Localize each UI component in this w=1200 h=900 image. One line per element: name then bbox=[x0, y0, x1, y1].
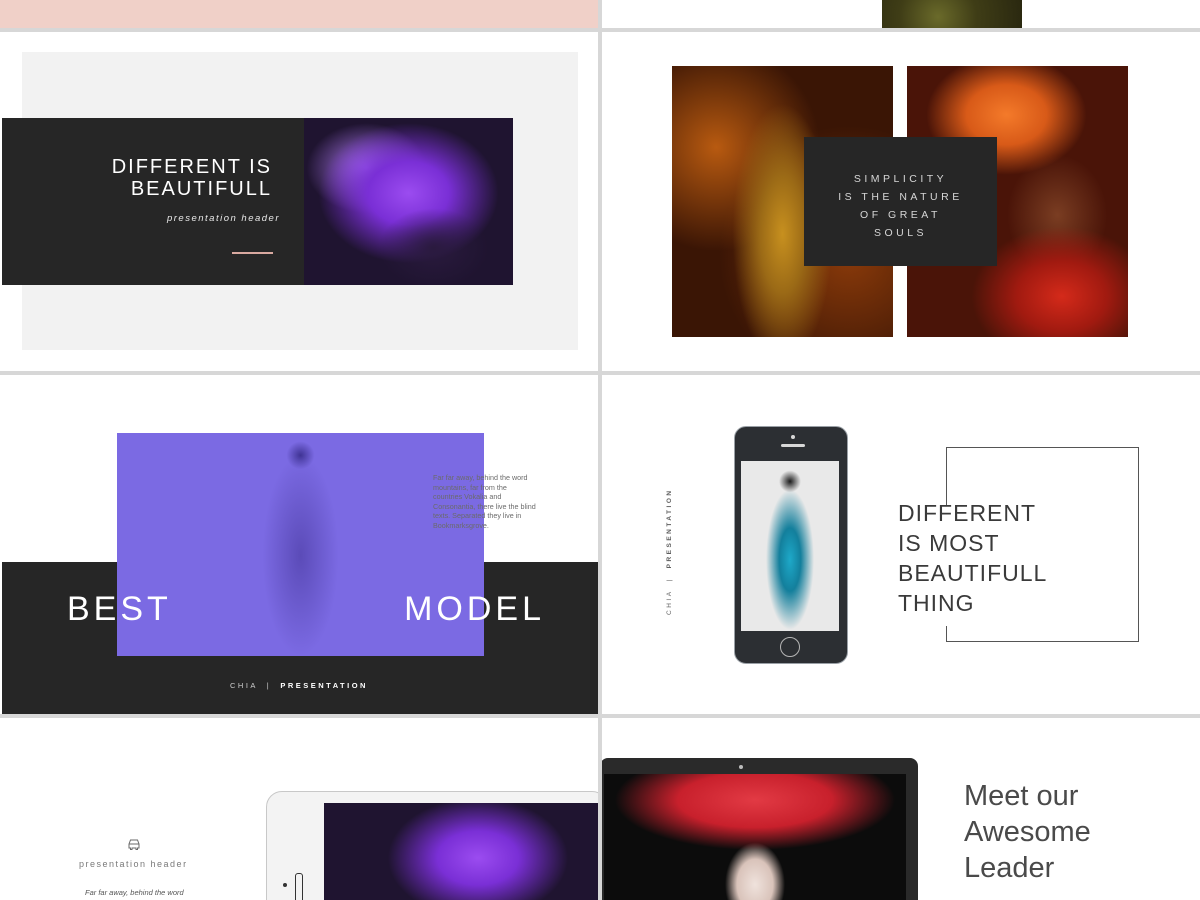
vertical-presentation: PRESENTATION bbox=[666, 488, 673, 569]
body-paragraph: Far far away, behind the word bbox=[85, 888, 184, 897]
tablet-button bbox=[295, 873, 303, 900]
headline-best: BEST bbox=[67, 590, 172, 628]
phone-speaker bbox=[781, 444, 805, 447]
headline-model: MODEL bbox=[404, 590, 545, 628]
accent-divider bbox=[232, 252, 273, 254]
footer-separator: | bbox=[266, 681, 272, 690]
footer-brand: CHIA bbox=[230, 681, 258, 690]
slide-top-right[interactable] bbox=[602, 0, 1200, 28]
presentation-footer: CHIA | PRESENTATION bbox=[0, 681, 598, 690]
phone-screen-photo bbox=[741, 461, 839, 631]
slide-headline: DIFFERENT IS MOST BEAUTIFULL THING bbox=[898, 500, 1048, 616]
slide-phone-mockup[interactable]: CHIA | PRESENTATION DIFFERENT IS MOST BE… bbox=[602, 375, 1200, 714]
footer-label: PRESENTATION bbox=[280, 681, 368, 690]
body-paragraph: Far far away, behind the word mountains,… bbox=[433, 473, 536, 530]
slide-different-is-beautifull[interactable]: DIFFERENT IS BEAUTIFULL presentation hea… bbox=[0, 32, 598, 371]
vertical-label: CHIA | PRESENTATION bbox=[666, 488, 673, 615]
quote-text: SIMPLICITY IS THE NATURE OF GREAT SOULS bbox=[838, 173, 963, 239]
slide-best-model[interactable]: BEST MODEL Far far away, behind the word… bbox=[0, 375, 598, 714]
slide-tablet-mockup[interactable]: presentation header Far far away, behind… bbox=[0, 718, 598, 900]
car-icon bbox=[128, 839, 140, 850]
red-hat-model-photo bbox=[604, 774, 906, 900]
slide-subtitle: presentation header bbox=[166, 213, 280, 224]
slide-simplicity[interactable]: SIMPLICITY IS THE NATURE OF GREAT SOULS bbox=[602, 32, 1200, 371]
title-panel bbox=[2, 118, 304, 285]
tablet-screen-photo bbox=[324, 803, 598, 900]
foliage-photo bbox=[882, 0, 1022, 28]
section-header: presentation header bbox=[79, 859, 188, 869]
vertical-separator: | bbox=[666, 577, 673, 582]
slide-laptop-mockup[interactable]: Meet our Awesome Leader bbox=[602, 718, 1200, 900]
slide-headline: Meet our Awesome Leader bbox=[964, 780, 1091, 884]
phone-camera bbox=[791, 435, 795, 439]
laptop-camera bbox=[739, 765, 743, 769]
phone-home-button bbox=[780, 637, 800, 657]
slide-title: DIFFERENT IS BEAUTIFULL bbox=[111, 156, 272, 200]
tablet-camera bbox=[283, 883, 287, 887]
purple-flower-model-photo bbox=[304, 118, 513, 285]
vertical-brand: CHIA bbox=[666, 589, 673, 615]
phone-mockup bbox=[734, 426, 848, 664]
slide-top-left[interactable] bbox=[0, 0, 598, 28]
quote-box: SIMPLICITY IS THE NATURE OF GREAT SOULS bbox=[804, 137, 997, 266]
